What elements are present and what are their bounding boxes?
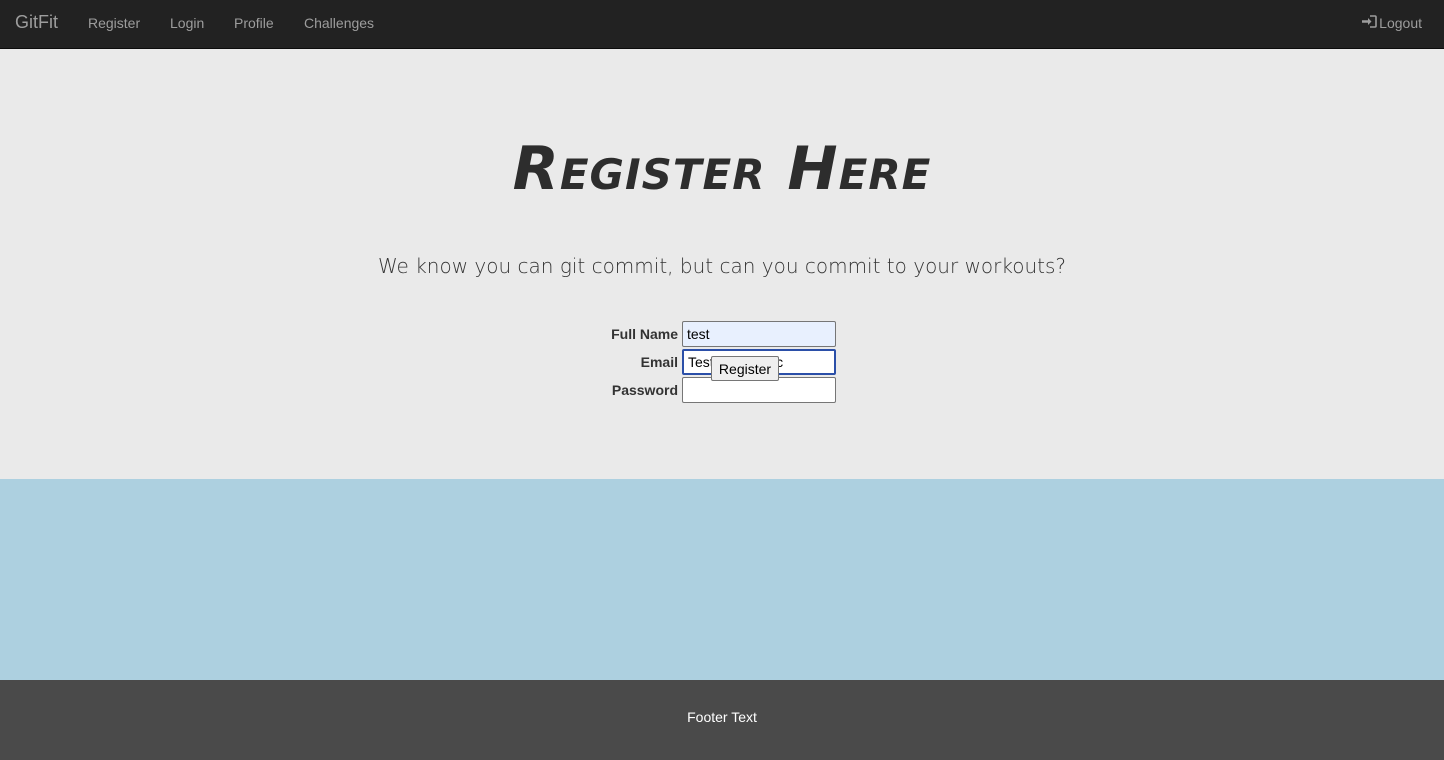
full-name-input[interactable] [682,321,836,347]
logout-label: Logout [1379,15,1422,31]
logout-link[interactable]: Logout [1362,15,1422,31]
page-subtitle: We know you can git commit, but can you … [377,254,1067,278]
footer-text: Footer Text [687,709,757,725]
page-title: Register Here [512,134,932,204]
full-name-label: Full Name [611,326,678,342]
nav-link-profile[interactable]: Profile [234,15,274,31]
nav-link-register[interactable]: Register [88,15,140,31]
email-label: Email [640,354,678,370]
register-button[interactable]: Register [711,356,779,381]
brand-link[interactable]: GitFit [15,12,58,33]
hero-section: Register Here We know you can git commit… [0,49,1444,479]
password-label: Password [611,382,678,398]
footer: Footer Text [0,680,1444,760]
sign-in-icon [1362,15,1377,31]
nav-link-login[interactable]: Login [170,15,204,31]
top-navbar: GitFit Register Login Profile Challenges… [0,0,1444,49]
content-band [0,479,1444,680]
nav-link-challenges[interactable]: Challenges [304,15,374,31]
full-name-row: Full Name [588,321,836,347]
